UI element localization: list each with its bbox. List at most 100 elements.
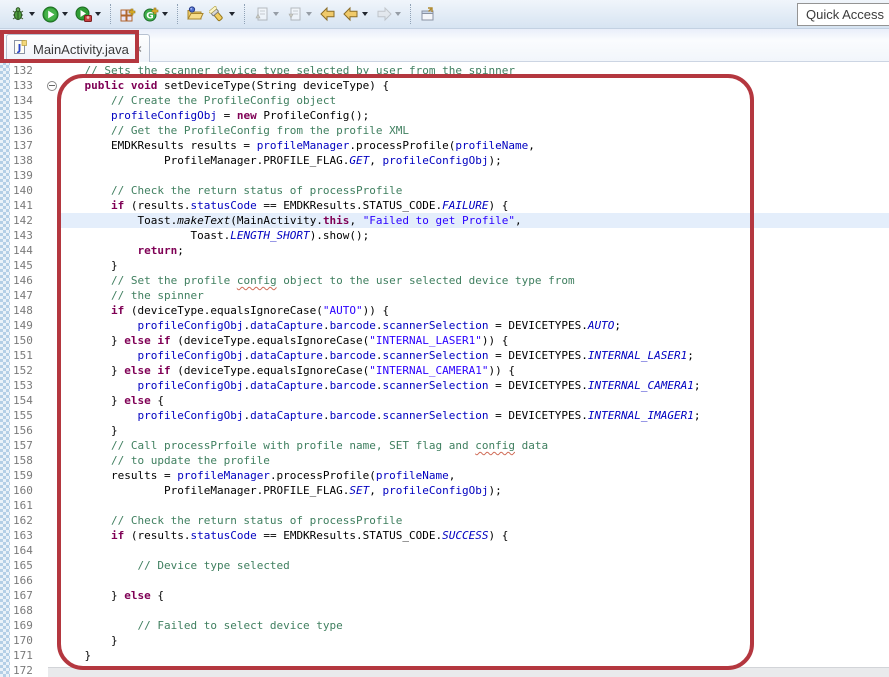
- line-number[interactable]: 157: [10, 438, 46, 453]
- line-number[interactable]: 142: [10, 213, 46, 228]
- previous-annotation-dropdown-icon[interactable]: [273, 12, 279, 16]
- open-folder-icon[interactable]: [183, 3, 206, 25]
- code-line-167[interactable]: } else {: [58, 588, 889, 603]
- horizontal-scrollbar[interactable]: [48, 667, 889, 677]
- line-number[interactable]: 155: [10, 408, 46, 423]
- code-line-162[interactable]: // Check the return status of processPro…: [58, 513, 889, 528]
- quick-access-box[interactable]: Quick Access: [797, 3, 889, 26]
- code-line-133[interactable]: public void setDeviceType(String deviceT…: [58, 78, 889, 93]
- back-dropdown-icon[interactable]: [362, 12, 368, 16]
- code-line-164[interactable]: [58, 543, 889, 558]
- last-edit-location-icon[interactable]: [316, 3, 339, 25]
- line-number[interactable]: 152: [10, 363, 46, 378]
- code-line-157[interactable]: // Call processPrfoile with profile name…: [58, 438, 889, 453]
- tab-close-icon[interactable]: ×: [135, 43, 142, 55]
- code-line-147[interactable]: // the spinner: [58, 288, 889, 303]
- code-line-159[interactable]: results = profileManager.processProfile(…: [58, 468, 889, 483]
- debug-icon[interactable]: [6, 3, 29, 25]
- line-number[interactable]: 132: [10, 63, 46, 78]
- code-line-151[interactable]: profileConfigObj.dataCapture.barcode.sca…: [58, 348, 889, 363]
- line-number[interactable]: 147: [10, 288, 46, 303]
- annotation-ruler[interactable]: [0, 62, 10, 677]
- code-line-138[interactable]: ProfileManager.PROFILE_FLAG.GET, profile…: [58, 153, 889, 168]
- debug-dropdown-icon[interactable]: [29, 12, 35, 16]
- line-number[interactable]: 145: [10, 258, 46, 273]
- line-number[interactable]: 139: [10, 168, 46, 183]
- code-line-153[interactable]: profileConfigObj.dataCapture.barcode.sca…: [58, 378, 889, 393]
- line-number[interactable]: 160: [10, 483, 46, 498]
- line-number[interactable]: 171: [10, 648, 46, 663]
- search-dropdown-icon[interactable]: [229, 12, 235, 16]
- line-number[interactable]: 165: [10, 558, 46, 573]
- code-line-163[interactable]: if (results.statusCode == EMDKResults.ST…: [58, 528, 889, 543]
- line-number[interactable]: 164: [10, 543, 46, 558]
- code-line-166[interactable]: [58, 573, 889, 588]
- code-line-148[interactable]: if (deviceType.equalsIgnoreCase("AUTO"))…: [58, 303, 889, 318]
- code-line-136[interactable]: // Get the ProfileConfig from the profil…: [58, 123, 889, 138]
- line-number[interactable]: 144: [10, 243, 46, 258]
- line-number[interactable]: 168: [10, 603, 46, 618]
- line-number[interactable]: 134: [10, 93, 46, 108]
- code-line-171[interactable]: }: [58, 648, 889, 663]
- code-line-155[interactable]: profileConfigObj.dataCapture.barcode.sca…: [58, 408, 889, 423]
- code-line-141[interactable]: if (results.statusCode == EMDKResults.ST…: [58, 198, 889, 213]
- next-annotation-icon[interactable]: [283, 3, 306, 25]
- back-icon[interactable]: [339, 3, 362, 25]
- code-line-161[interactable]: [58, 498, 889, 513]
- link-with-editor-icon[interactable]: [416, 3, 439, 25]
- run-dropdown-icon[interactable]: [62, 12, 68, 16]
- line-number[interactable]: 163: [10, 528, 46, 543]
- previous-annotation-icon[interactable]: [250, 3, 273, 25]
- line-number[interactable]: 167: [10, 588, 46, 603]
- code-line-156[interactable]: }: [58, 423, 889, 438]
- line-number[interactable]: 151: [10, 348, 46, 363]
- code-line-146[interactable]: // Set the profile config object to the …: [58, 273, 889, 288]
- line-number[interactable]: 149: [10, 318, 46, 333]
- line-number[interactable]: 138: [10, 153, 46, 168]
- line-number[interactable]: 159: [10, 468, 46, 483]
- coverage-dropdown-icon[interactable]: [95, 12, 101, 16]
- line-number[interactable]: 150: [10, 333, 46, 348]
- code-line-137[interactable]: EMDKResults results = profileManager.pro…: [58, 138, 889, 153]
- code-line-144[interactable]: return;: [58, 243, 889, 258]
- run-icon[interactable]: [39, 3, 62, 25]
- code-line-135[interactable]: profileConfigObj = new ProfileConfig();: [58, 108, 889, 123]
- code-pane[interactable]: // Sets the scanner device type selected…: [58, 62, 889, 677]
- line-number[interactable]: 169: [10, 618, 46, 633]
- line-number[interactable]: 140: [10, 183, 46, 198]
- line-number[interactable]: 170: [10, 633, 46, 648]
- line-number[interactable]: 161: [10, 498, 46, 513]
- new-class-dropdown-icon[interactable]: [162, 12, 168, 16]
- line-number[interactable]: 166: [10, 573, 46, 588]
- code-line-168[interactable]: [58, 603, 889, 618]
- code-line-152[interactable]: } else if (deviceType.equalsIgnoreCase("…: [58, 363, 889, 378]
- line-number[interactable]: 154: [10, 393, 46, 408]
- fold-collapse-icon[interactable]: [47, 81, 57, 91]
- line-number[interactable]: 158: [10, 453, 46, 468]
- line-number[interactable]: 133: [10, 78, 46, 93]
- line-number[interactable]: 136: [10, 123, 46, 138]
- code-line-149[interactable]: profileConfigObj.dataCapture.barcode.sca…: [58, 318, 889, 333]
- code-line-169[interactable]: // Failed to select device type: [58, 618, 889, 633]
- code-line-143[interactable]: Toast.LENGTH_SHORT).show();: [58, 228, 889, 243]
- code-line-160[interactable]: ProfileManager.PROFILE_FLAG.SET, profile…: [58, 483, 889, 498]
- line-number[interactable]: 146: [10, 273, 46, 288]
- line-number[interactable]: 135: [10, 108, 46, 123]
- coverage-icon[interactable]: [72, 3, 95, 25]
- line-number[interactable]: 156: [10, 423, 46, 438]
- code-line-170[interactable]: }: [58, 633, 889, 648]
- search-icon[interactable]: [206, 3, 229, 25]
- forward-dropdown-icon[interactable]: [395, 12, 401, 16]
- next-annotation-dropdown-icon[interactable]: [306, 12, 312, 16]
- code-line-158[interactable]: // to update the profile: [58, 453, 889, 468]
- new-class-icon[interactable]: G: [139, 3, 162, 25]
- line-number[interactable]: 162: [10, 513, 46, 528]
- tab-mainactivity[interactable]: J MainActivity.java ×: [6, 34, 150, 63]
- code-line-132[interactable]: // Sets the scanner device type selected…: [58, 63, 889, 78]
- new-java-project-icon[interactable]: [116, 3, 139, 25]
- line-number[interactable]: 137: [10, 138, 46, 153]
- code-line-142[interactable]: Toast.makeText(MainActivity.this, "Faile…: [58, 213, 889, 228]
- line-number[interactable]: 141: [10, 198, 46, 213]
- line-number[interactable]: 148: [10, 303, 46, 318]
- line-number[interactable]: 172: [10, 663, 46, 677]
